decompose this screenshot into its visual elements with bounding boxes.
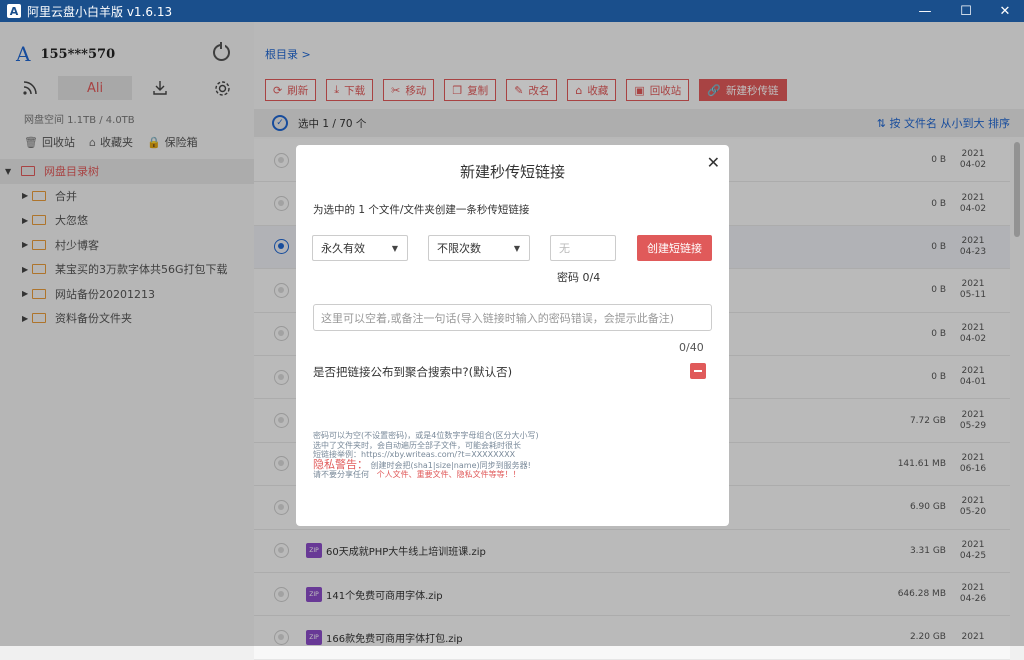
password-input[interactable]: 无 bbox=[550, 235, 616, 261]
chevron-down-icon: ▼ bbox=[513, 243, 520, 253]
window-title: 阿里云盘小白羊版 v1.6.13 bbox=[27, 4, 173, 19]
tip-line: 密码可以为空(不设置密码)，或是4位数字字母组合(区分大小写) bbox=[313, 431, 539, 440]
dialog-title: 新建秒传短链接 bbox=[459, 163, 565, 181]
create-link-button[interactable]: 创建短链接 bbox=[637, 235, 712, 261]
close-icon[interactable]: ✕ bbox=[707, 153, 720, 172]
publish-label: 是否把链接公布到聚合搜索中?(默认否) bbox=[313, 365, 513, 379]
close-window-button[interactable]: ✕ bbox=[982, 0, 1024, 22]
title-bar: A 阿里云盘小白羊版 v1.6.13 — ☐ ✕ bbox=[0, 0, 1024, 22]
expire-value: 永久有效 bbox=[321, 242, 365, 255]
tip-line: 创建时会把(sha1|size|name)同步到服务器! bbox=[370, 460, 531, 470]
share-link-dialog: 新建秒传短链接 ✕ 为选中的 1 个文件/文件夹创建一条秒传短链接 永久有效 ▼ … bbox=[296, 145, 729, 526]
chevron-down-icon: ▼ bbox=[391, 243, 398, 253]
privacy-warning-label: 隐私警告： bbox=[313, 457, 368, 471]
note-input[interactable]: 这里可以空着,或备注一句话(导入链接时输入的密码错误，会提示此备注) bbox=[313, 304, 712, 331]
app-logo-icon: A bbox=[7, 4, 21, 18]
tips: 密码可以为空(不设置密码)，或是4位数字字母组合(区分大小写) 选中了文件夹时，… bbox=[313, 431, 539, 480]
note-count: 0/40 bbox=[679, 341, 704, 354]
tip-warning: 个人文件、重要文件、隐私文件等等！！ bbox=[376, 470, 521, 479]
tip-line: 请不要分享任何 bbox=[313, 470, 369, 479]
limit-value: 不限次数 bbox=[437, 242, 481, 255]
publish-checkbox[interactable] bbox=[690, 363, 706, 379]
dialog-description: 为选中的 1 个文件/文件夹创建一条秒传短链接 bbox=[313, 204, 530, 216]
tip-line: 选中了文件夹时，会自动遍历全部子文件，可能会耗时很长 bbox=[313, 440, 521, 450]
minimize-button[interactable]: — bbox=[902, 0, 948, 22]
password-label: 密码 0/4 bbox=[557, 271, 601, 284]
limit-select[interactable]: 不限次数 ▼ bbox=[428, 235, 530, 261]
expire-select[interactable]: 永久有效 ▼ bbox=[312, 235, 408, 261]
